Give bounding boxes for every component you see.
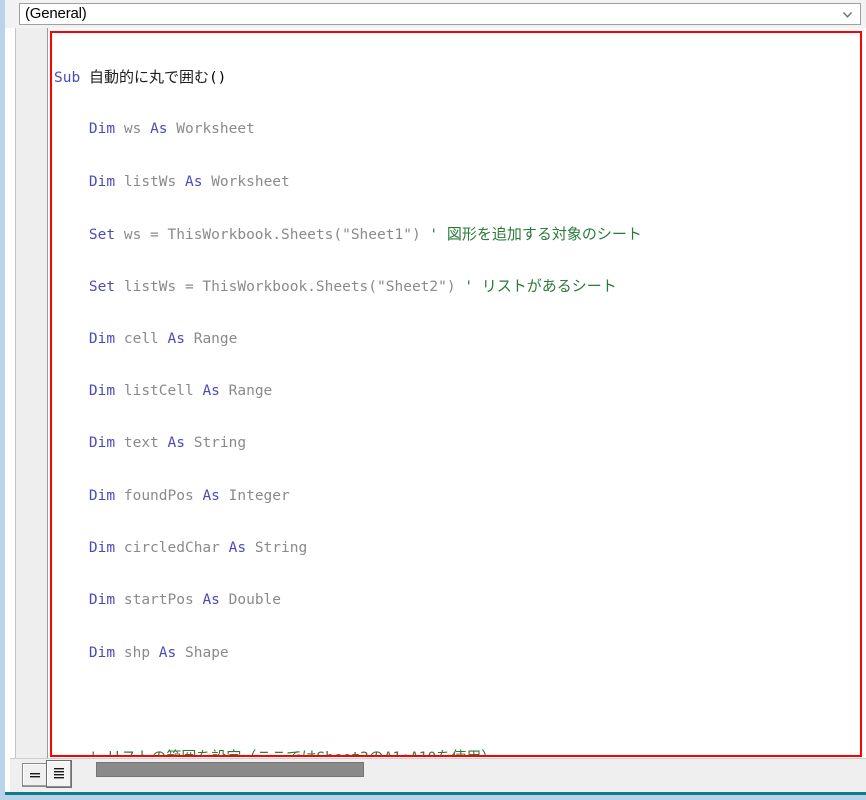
code-line: Set ws = ThisWorkbook.Sheets("Sheet1") '… [88,224,642,243]
vba-code-window: (General) Sub 自動的に丸で囲む() Dim ws As Works… [0,0,866,800]
margin-indicator-bar[interactable] [10,28,48,758]
full-module-view-icon [51,765,67,783]
horizontal-scrollbar-track[interactable] [80,759,866,785]
combo-bar: (General) [5,0,866,28]
code-editor-text[interactable]: Sub 自動的に丸で囲む() Dim ws As Worksheet Dim l… [54,34,864,756]
chevron-down-icon[interactable] [841,8,854,21]
object-combobox-value: (General) [25,5,87,22]
code-line: ' リストの範囲を設定（ここではSheet2のA1:A10を使用） [54,749,864,756]
procedure-view-button[interactable] [22,763,48,787]
code-line: Dim shp As Shape [88,644,229,661]
code-line: Dim listCell As Range [88,382,273,399]
object-combobox[interactable]: (General) [19,3,861,25]
code-line: Dim listWs As Worksheet [88,173,290,190]
code-line: Set listWs = ThisWorkbook.Sheets("Sheet2… [88,277,617,296]
code-line: Dim cell As Range [88,330,238,347]
procedure-view-icon [27,768,43,782]
code-line: Sub 自動的に丸で囲む() [54,67,227,86]
code-line: Dim startPos As Double [88,592,282,609]
code-line: Dim text As String [88,435,247,452]
bottom-status-bar [10,758,866,792]
horizontal-scrollbar-thumb[interactable] [96,762,364,777]
code-line: Dim foundPos As Integer [88,487,290,504]
code-line: Dim circledChar As String [88,540,308,556]
code-line: Dim ws As Worksheet [88,121,255,138]
margin-indicator-strip [10,28,16,758]
full-module-view-button[interactable] [46,760,72,788]
